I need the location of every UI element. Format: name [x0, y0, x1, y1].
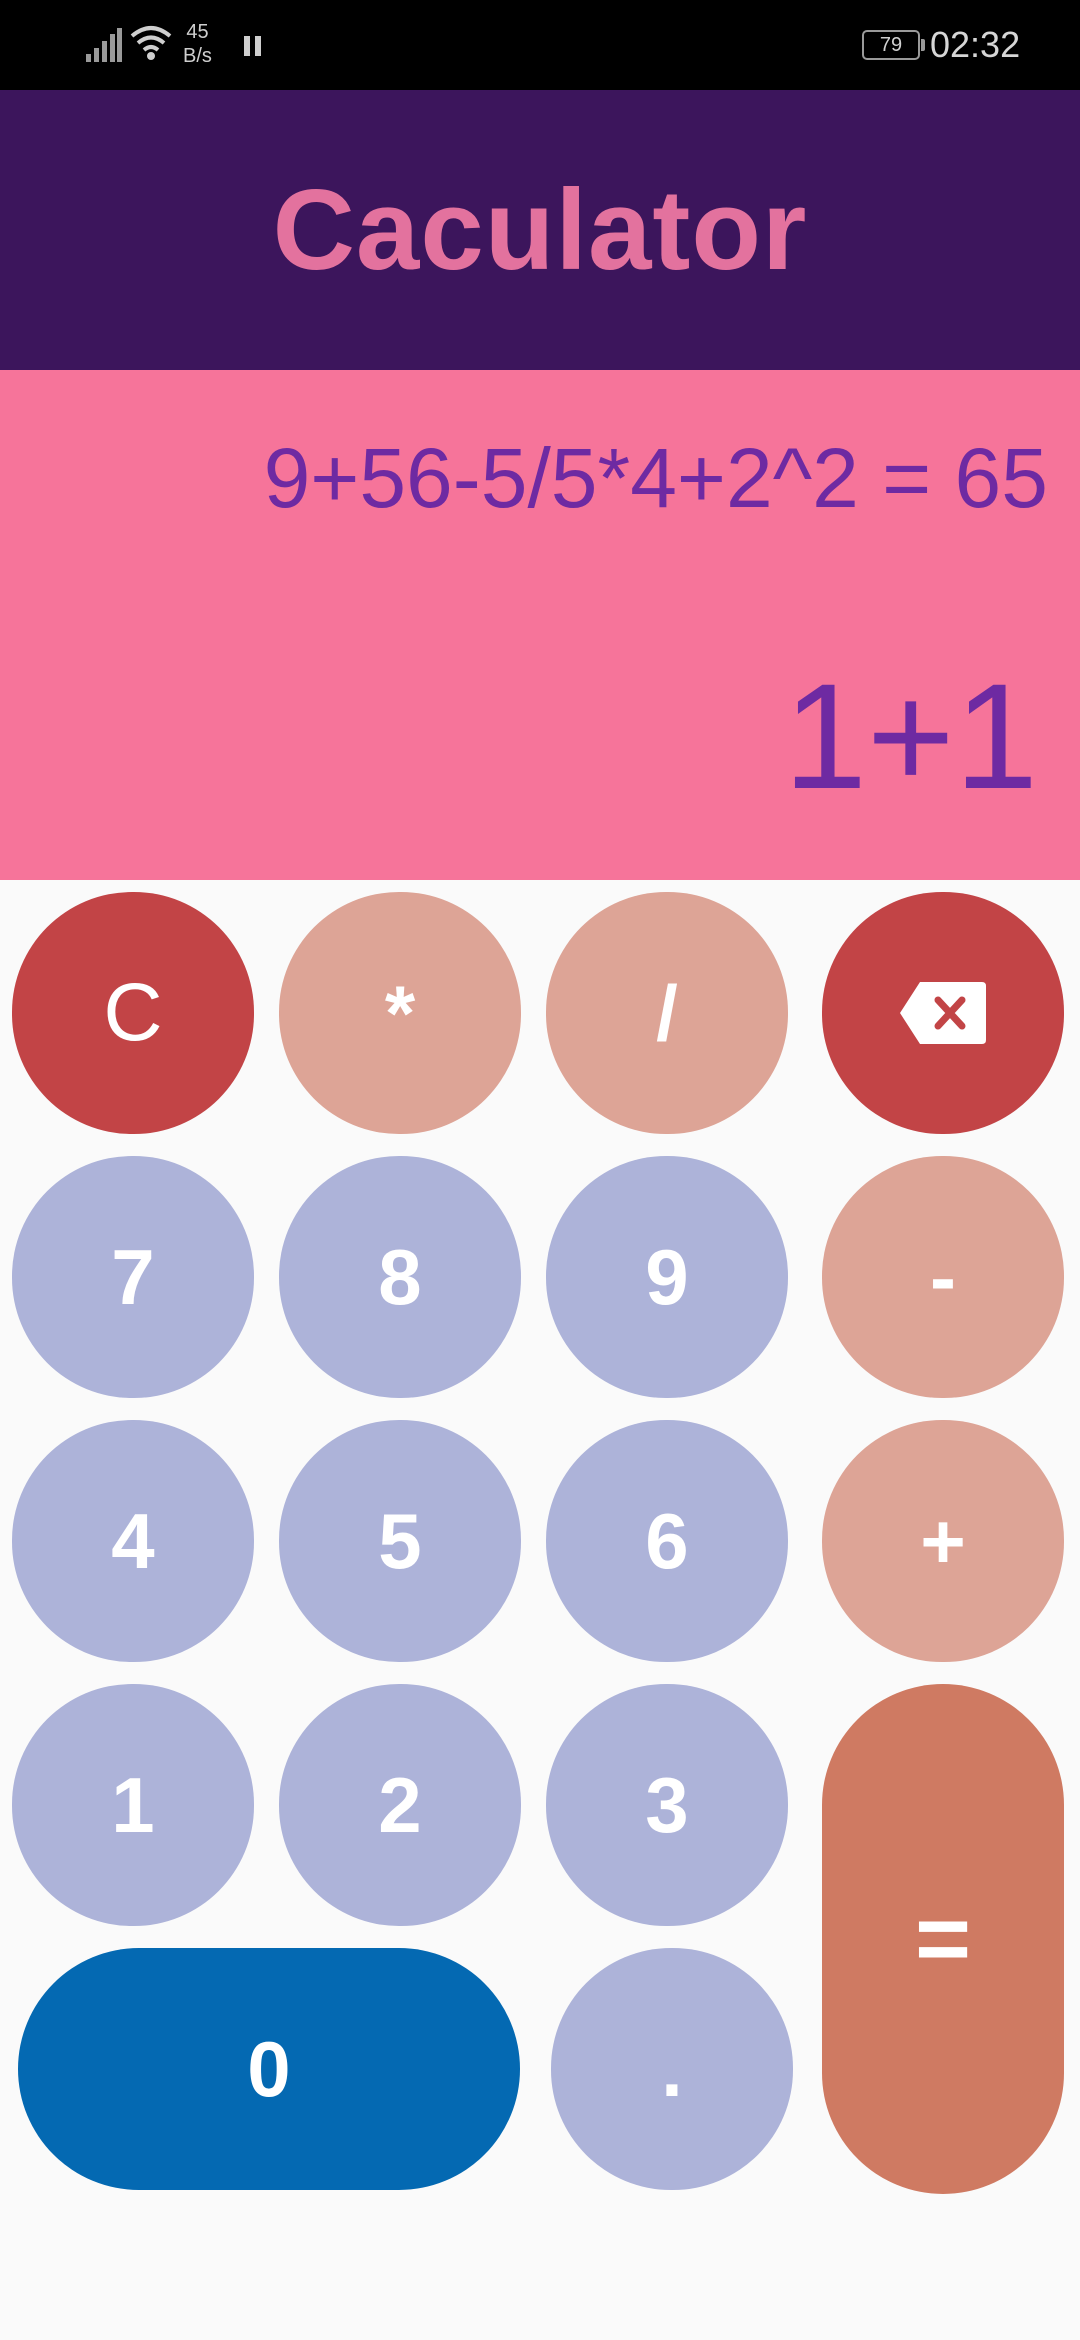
- clock: 02:32: [930, 24, 1021, 65]
- clear-button[interactable]: C: [12, 892, 254, 1134]
- current-input[interactable]: 1+1: [784, 650, 1038, 823]
- digit-1-button[interactable]: 1: [12, 1684, 254, 1926]
- keypad: C * / 7 8 9 - 4 5 6 + 1 2 3 = 0 .: [0, 880, 1080, 2340]
- decimal-button[interactable]: .: [551, 1948, 793, 2190]
- digit-8-button[interactable]: 8: [279, 1156, 521, 1398]
- battery-tip: [921, 39, 925, 51]
- network-speed-unit: B/s: [183, 45, 212, 67]
- pause-icon: [244, 36, 262, 56]
- digit-2-button[interactable]: 2: [279, 1684, 521, 1926]
- digit-5-button[interactable]: 5: [279, 1420, 521, 1662]
- digit-0-button[interactable]: 0: [18, 1948, 520, 2190]
- app-header: Caculator: [0, 90, 1080, 370]
- app-title: Caculator: [272, 166, 808, 294]
- divide-button[interactable]: /: [546, 892, 788, 1134]
- network-speed-value: 45: [186, 21, 209, 43]
- digit-9-button[interactable]: 9: [546, 1156, 788, 1398]
- equals-button[interactable]: =: [822, 1684, 1064, 2194]
- battery-icon: 79: [862, 30, 920, 60]
- plus-button[interactable]: +: [822, 1420, 1064, 1662]
- signal-icon: [86, 28, 122, 62]
- calculator-display: 9+56-5/5*4+2^2 = 65 1+1: [0, 370, 1080, 880]
- history-expression: 9+56-5/5*4+2^2 = 65: [263, 431, 1048, 525]
- wifi-icon: [130, 26, 172, 60]
- digit-6-button[interactable]: 6: [546, 1420, 788, 1662]
- digit-7-button[interactable]: 7: [12, 1156, 254, 1398]
- minus-button[interactable]: -: [822, 1156, 1064, 1398]
- backspace-icon: [898, 980, 988, 1046]
- backspace-button[interactable]: [822, 892, 1064, 1134]
- multiply-button[interactable]: *: [279, 892, 521, 1134]
- status-bar: 45 B/s 79 02:32: [0, 0, 1080, 90]
- digit-3-button[interactable]: 3: [546, 1684, 788, 1926]
- digit-4-button[interactable]: 4: [12, 1420, 254, 1662]
- network-speed: 45 B/s: [183, 20, 212, 68]
